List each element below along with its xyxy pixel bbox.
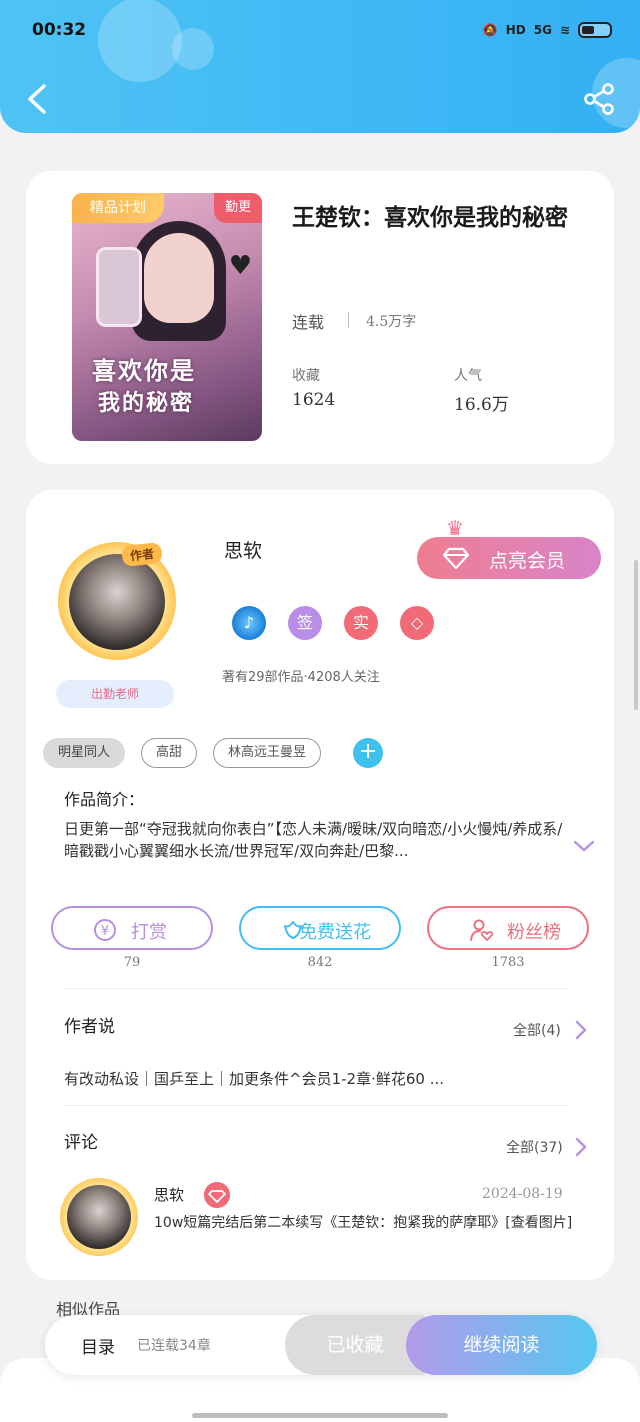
share-icon[interactable] (582, 82, 616, 116)
reward-button[interactable]: ¥ 打赏 (51, 906, 213, 950)
verified-badge[interactable]: 实 (344, 606, 378, 640)
premium-plan-badge: 精品计划 (72, 193, 164, 223)
commenter-avatar[interactable] (67, 1185, 131, 1249)
fan-ranking-button[interactable]: 粉丝榜 (427, 906, 589, 950)
fan-count: 1783 (491, 955, 525, 970)
comment-text[interactable]: 10w短篇完结后第二本续写《王楚钦：抱紧我的萨摩耶》[查看图片] (154, 1214, 574, 1233)
vip-diamond-icon (204, 1182, 230, 1208)
author-name[interactable]: 思软 (224, 536, 262, 563)
mute-icon: 🔕 (482, 23, 498, 37)
book-cover[interactable]: ♥ 喜欢你是 我的秘密 (72, 193, 262, 441)
tag-item[interactable]: 林高远王曼昱 (213, 738, 322, 768)
intro-heading: 作品简介： (64, 790, 145, 809)
chapter-count: 已连载34章 (137, 1338, 211, 1354)
send-flower-label: 免费送花 (299, 922, 371, 943)
reward-label: 打赏 (131, 922, 167, 943)
teacher-badge: 出勤老师 (56, 680, 174, 708)
chevron-right-icon[interactable] (574, 1020, 588, 1040)
signal-icon: 5G (533, 23, 552, 37)
toc-button[interactable]: 目录 (81, 1333, 115, 1358)
comments-heading: 评论 (64, 1133, 98, 1153)
book-info-card: ♥ 喜欢你是 我的秘密 精品计划 勤更 王楚钦：喜欢你是我的秘密 连载 4.5万… (26, 171, 614, 464)
cover-face (144, 233, 214, 323)
wifi-icon: ≋ (559, 23, 570, 37)
bottom-action-bar: 目录 已连载34章 已收藏 继续阅读 (45, 1315, 597, 1375)
author-badges: ♪ 签 实 ◇ (232, 606, 434, 640)
decor-bubble (172, 28, 214, 70)
activate-vip-button[interactable]: 点亮会员 (417, 537, 601, 579)
signed-badge[interactable]: 签 (288, 606, 322, 640)
flower-count: 842 (307, 955, 333, 970)
svg-text:¥: ¥ (101, 924, 109, 939)
serial-status: 连载 (292, 313, 325, 332)
diamond-icon (443, 547, 469, 570)
cover-title-line1: 喜欢你是 (92, 357, 196, 385)
author-says-heading: 作者说 (64, 1017, 115, 1037)
hd-icon: HD (505, 23, 526, 37)
popularity-label: 人气 (454, 368, 482, 384)
tag-item[interactable]: 明星同人 (43, 738, 126, 768)
chevron-right-icon[interactable] (574, 1137, 588, 1157)
divider (64, 1105, 568, 1106)
add-tag-button[interactable]: + (353, 738, 384, 768)
status-icons: 🔕 HD 5G ≋ (483, 22, 612, 38)
decor-bubble (98, 0, 182, 82)
collect-value: 1624 (292, 390, 336, 410)
cover-phone (96, 247, 142, 327)
vip-button-label: 点亮会员 (489, 550, 566, 572)
book-title: 王楚钦：喜欢你是我的秘密 (292, 205, 568, 231)
divider (348, 312, 349, 328)
book-detail-card: 作者 出勤老师 思软 ♛ 点亮会员 ♪ 签 实 ◇ 著有29部作品·4208人关… (26, 490, 614, 1280)
author-says-text[interactable]: 有改动私设｜国乒至上｜加更条件^会员1-2章·鲜花60 ... (64, 1068, 444, 1089)
home-indicator[interactable] (192, 1413, 448, 1418)
fan-ranking-label: 粉丝榜 (507, 922, 561, 943)
cover-title-line2: 我的秘密 (98, 391, 195, 416)
header-bar: 00:32 🔕 HD 5G ≋ (0, 0, 640, 133)
divider (64, 988, 568, 989)
battery-icon (578, 22, 612, 38)
medal-icon[interactable]: ♪ (232, 606, 266, 640)
back-arrow-icon[interactable] (22, 80, 56, 118)
comments-more-link[interactable]: 全部(37) (506, 1137, 563, 1157)
frequent-update-badge: 勤更 (214, 193, 262, 223)
collected-button[interactable]: 已收藏 (285, 1315, 425, 1375)
commenter-name[interactable]: 思软 (154, 1184, 184, 1205)
scrollbar[interactable] (634, 560, 638, 710)
tag-list: 明星同人 高甜 林高远王曼昱 + (43, 738, 384, 768)
yen-coin-icon: ¥ (94, 919, 116, 941)
user-heart-icon (470, 919, 493, 941)
continue-reading-button[interactable]: 继续阅读 (406, 1315, 597, 1375)
author-avatar[interactable] (69, 554, 165, 650)
collect-label: 收藏 (292, 368, 320, 384)
author-says-more-link[interactable]: 全部(4) (513, 1020, 561, 1040)
status-time: 00:32 (32, 20, 87, 40)
chevron-down-icon[interactable] (572, 838, 596, 854)
send-flower-button[interactable]: 免费送花 (239, 906, 401, 950)
tag-item[interactable]: 高甜 (141, 738, 198, 768)
popularity-value: 16.6万 (454, 395, 509, 415)
heart-icon: ♥ (228, 251, 252, 281)
comment-date: 2024-08-19 (482, 1186, 563, 1202)
author-works-info: 著有29部作品·4208人关注 (222, 670, 380, 685)
intro-text[interactable]: 日更第一部“夺冠我就向你表白”【恋人未满/暧昧/双向暗恋/小火慢炖/养成系/暗戳… (64, 818, 564, 862)
word-count: 4.5万字 (366, 314, 417, 330)
reward-count: 79 (123, 955, 141, 970)
vip-diamond-icon[interactable]: ◇ (400, 606, 434, 640)
